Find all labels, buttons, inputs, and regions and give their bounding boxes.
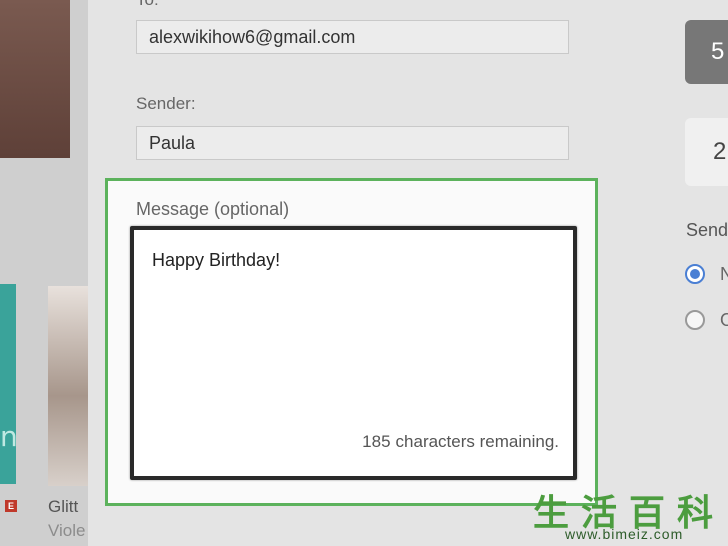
product-thumb-face[interactable] xyxy=(48,286,88,486)
right-column: 5 2 Send N O xyxy=(640,0,728,546)
e-badge: E xyxy=(5,500,17,512)
message-text: Happy Birthday! xyxy=(152,250,281,270)
send-now-label[interactable]: N xyxy=(720,264,728,285)
amount-option[interactable]: 2 xyxy=(685,118,728,186)
watermark: 生活百科 www.bimeiz.com xyxy=(527,484,728,546)
to-email-field[interactable]: alexwikihow6@gmail.com xyxy=(136,20,569,54)
message-label: Message (optional) xyxy=(136,199,290,219)
send-other-radio[interactable] xyxy=(685,310,705,330)
remaining-count: 185 xyxy=(362,432,391,451)
product-photo[interactable] xyxy=(0,0,70,158)
product-thumb-teal[interactable] xyxy=(0,284,16,484)
watermark-url: www.bimeiz.com xyxy=(565,526,684,542)
send-label: Send xyxy=(686,220,728,240)
to-label: To: xyxy=(136,0,159,10)
remaining-suffix: characters remaining. xyxy=(395,432,559,451)
sender-label: Sender: xyxy=(136,94,196,113)
amount-option-selected[interactable]: 5 xyxy=(685,20,728,84)
thumb-letter: n xyxy=(0,420,18,453)
sender-field[interactable]: Paula xyxy=(136,126,569,160)
send-other-label[interactable]: O xyxy=(720,310,728,331)
product-subtitle: Viole xyxy=(48,521,86,540)
send-now-radio[interactable] xyxy=(685,264,705,284)
characters-remaining: 185 characters remaining. xyxy=(362,432,559,452)
product-title[interactable]: Glitt xyxy=(48,497,78,517)
message-textarea[interactable]: Happy Birthday! 185 characters remaining. xyxy=(130,226,577,480)
